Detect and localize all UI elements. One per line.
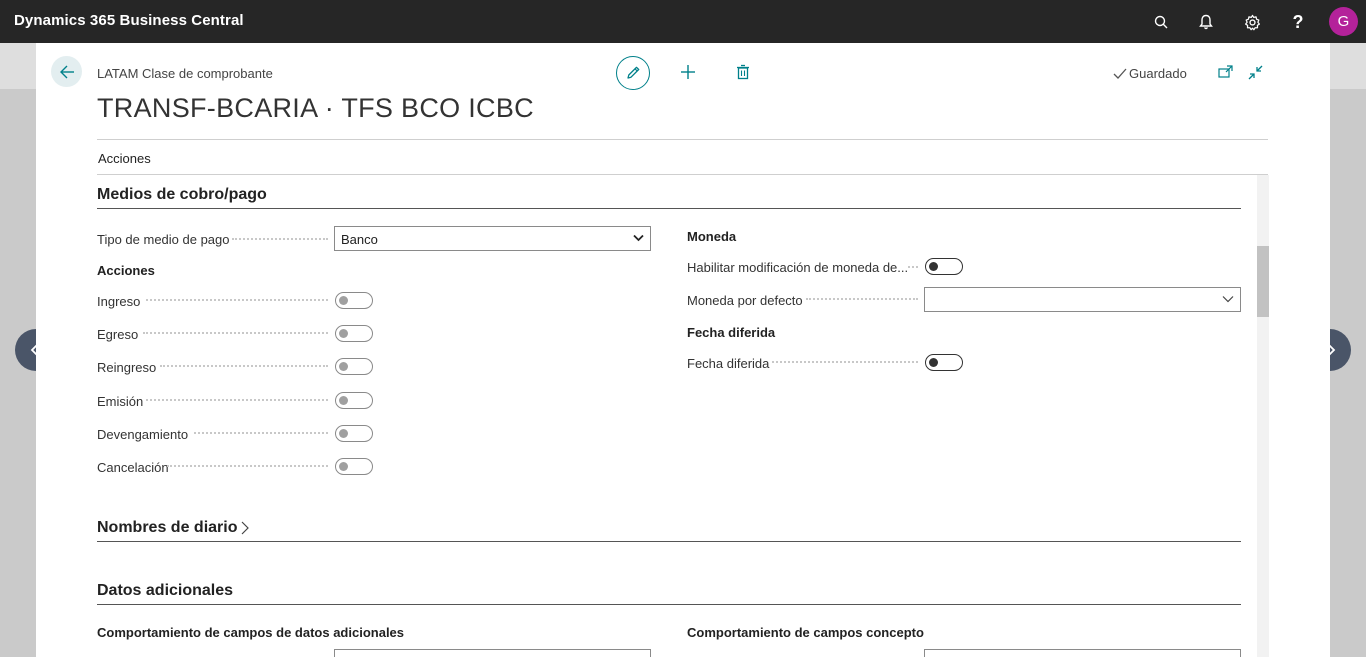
bell-icon[interactable] — [1195, 11, 1217, 33]
fecha-diferida-toggle[interactable] — [925, 354, 963, 371]
page-caption: LATAM Clase de comprobante — [97, 66, 273, 81]
field-leader — [146, 399, 328, 401]
saved-status: Guardado — [1113, 66, 1187, 81]
emision-toggle[interactable] — [335, 392, 373, 409]
section-rule-datos — [97, 604, 1241, 605]
add-icon[interactable] — [678, 62, 698, 82]
chevron-right-icon — [242, 521, 250, 535]
field-leader — [806, 298, 918, 300]
user-avatar[interactable]: G — [1329, 7, 1358, 36]
concepto-select[interactable] — [924, 649, 1241, 657]
open-in-new-window-icon[interactable] — [1215, 62, 1235, 82]
delete-icon[interactable] — [733, 62, 753, 82]
section-title-datos[interactable]: Datos adicionales — [97, 582, 233, 600]
edit-button[interactable] — [616, 56, 650, 90]
header-divider — [97, 139, 1268, 140]
acciones-group-title: Acciones — [97, 263, 155, 278]
record-title: TRANSF-BCARIA · TFS BCO ICBC — [97, 93, 534, 123]
tipo-medio-value: Banco — [341, 232, 378, 247]
comportamiento-adicionales-title: Comportamiento de campos de datos adicio… — [97, 625, 405, 640]
cancelacion-label: Cancelación — [97, 460, 169, 475]
section-rule-nombres — [97, 541, 1241, 542]
search-icon[interactable] — [1150, 11, 1172, 33]
moneda-defecto-select[interactable] — [924, 287, 1241, 312]
datos-adicionales-select[interactable] — [334, 649, 651, 657]
section-title-nombres[interactable]: Nombres de diario — [97, 519, 250, 537]
field-leader — [194, 432, 328, 434]
actions-divider — [97, 174, 1268, 175]
scrollbar-thumb[interactable] — [1257, 246, 1269, 317]
chevron-down-icon — [1222, 296, 1234, 303]
field-leader — [143, 332, 328, 334]
emision-label: Emisión — [97, 394, 144, 409]
tab-acciones[interactable]: Acciones — [98, 151, 151, 166]
reingreso-label: Reingreso — [97, 360, 157, 375]
moneda-defecto-label: Moneda por defecto — [687, 293, 803, 308]
saved-status-label: Guardado — [1129, 66, 1187, 81]
app-title[interactable]: Dynamics 365 Business Central — [14, 12, 244, 29]
fecha-diferida-label: Fecha diferida — [687, 356, 770, 371]
field-leader — [232, 238, 328, 240]
moneda-group-title: Moneda — [687, 229, 737, 244]
egreso-label: Egreso — [97, 327, 139, 342]
record-card — [36, 43, 1330, 657]
field-leader — [908, 266, 918, 268]
tipo-medio-label: Tipo de medio de pago — [97, 232, 230, 247]
habilitar-moneda-toggle[interactable] — [925, 258, 963, 275]
checkmark-icon — [1113, 68, 1127, 79]
chevron-down-icon — [633, 234, 644, 242]
habilitar-moneda-label: Habilitar modificación de moneda de... — [687, 260, 909, 275]
devengamiento-label: Devengamiento — [97, 427, 189, 442]
section-title-medios[interactable]: Medios de cobro/pago — [97, 186, 267, 204]
cancelacion-toggle[interactable] — [335, 458, 373, 475]
devengamiento-toggle[interactable] — [335, 425, 373, 442]
gear-icon[interactable] — [1241, 11, 1263, 33]
egreso-toggle[interactable] — [335, 325, 373, 342]
field-leader — [167, 465, 328, 467]
section-rule-medios — [97, 208, 1241, 209]
ingreso-toggle[interactable] — [335, 292, 373, 309]
field-leader — [772, 361, 918, 363]
comportamiento-concepto-title: Comportamiento de campos concepto — [687, 625, 924, 640]
collapse-icon[interactable] — [1245, 62, 1265, 82]
field-leader — [146, 299, 328, 301]
fecha-group-title: Fecha diferida — [687, 325, 776, 340]
field-leader — [160, 365, 328, 367]
help-icon[interactable]: ? — [1287, 11, 1309, 33]
back-button[interactable] — [51, 56, 82, 87]
app-top-bar: Dynamics 365 Business Central ? G — [0, 0, 1366, 43]
reingreso-toggle[interactable] — [335, 358, 373, 375]
tipo-medio-select[interactable]: Banco — [334, 226, 651, 251]
ingreso-label: Ingreso — [97, 294, 141, 309]
section-title-nombres-label: Nombres de diario — [97, 519, 238, 536]
